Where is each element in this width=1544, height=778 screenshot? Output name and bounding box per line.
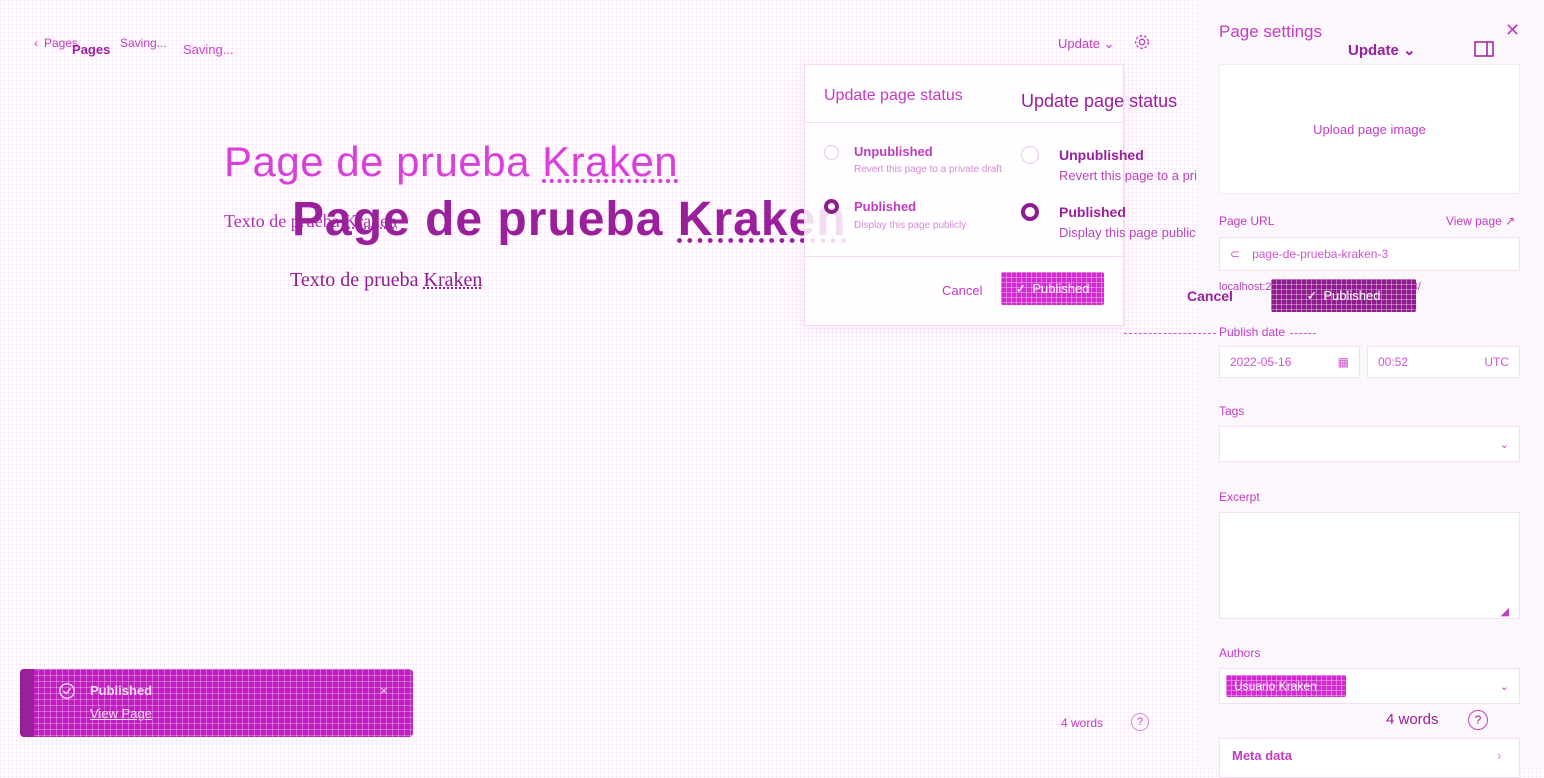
toast-title: Published: [90, 683, 153, 698]
chevron-down-icon: ⌄: [1499, 438, 1509, 451]
option-label-published[interactable]: Published: [854, 199, 916, 214]
toast-notification: [20, 669, 413, 737]
page-url-label: Page URL: [1219, 214, 1275, 228]
check-icon: ✓: [1306, 287, 1318, 303]
tags-label: Tags: [1219, 404, 1245, 418]
divider: [805, 122, 1123, 123]
publish-confirm-button[interactable]: ✓ Published: [1001, 272, 1104, 305]
popover-title-shadow: Update page status: [1021, 91, 1178, 111]
date-value: 2022-05-16: [1230, 355, 1292, 369]
authors-label: Authors: [1219, 646, 1261, 660]
toast-accent-bar: [20, 669, 34, 737]
meta-data-label: Meta data: [1232, 748, 1292, 763]
time-value: 00:52: [1378, 355, 1409, 369]
chevron-left-icon: ‹: [34, 36, 38, 50]
page-body[interactable]: Texto de prueba Kraken: [290, 269, 482, 292]
close-icon[interactable]: ×: [380, 683, 388, 698]
page-url-input[interactable]: ⊂ page-de-prueba-kraken-3: [1219, 237, 1520, 271]
toast-view-page-link[interactable]: View Page: [90, 706, 152, 721]
popover-title: Update page status: [824, 87, 963, 104]
calendar-icon: ▦: [1337, 355, 1349, 369]
publish-confirm-label: Published: [1032, 281, 1090, 296]
help-icon-shadow[interactable]: ?: [1468, 710, 1488, 730]
chevron-down-icon: ⌄: [1403, 42, 1416, 59]
chevron-right-icon: ›: [1497, 748, 1502, 763]
help-icon[interactable]: ?: [1131, 713, 1149, 731]
radio-published[interactable]: [824, 199, 839, 214]
publish-date-input[interactable]: 2022-05-16 ▦: [1219, 346, 1360, 378]
close-icon[interactable]: ✕: [1505, 20, 1520, 41]
publish-confirm-label: Published: [1323, 288, 1381, 303]
check-circle-icon: [59, 683, 75, 699]
upload-image-link[interactable]: Upload page image: [1219, 122, 1520, 137]
title-prefix: Page de prueba: [224, 138, 543, 185]
divider: [1290, 333, 1316, 334]
publish-confirm-button-shadow[interactable]: ✓ Published: [1271, 279, 1416, 312]
option-label-unpublished-shadow[interactable]: Unpublished: [1059, 147, 1144, 163]
option-label-unpublished[interactable]: Unpublished: [854, 144, 933, 159]
divider: [805, 256, 1123, 257]
update-label: Update: [1348, 42, 1399, 59]
page-title[interactable]: Page de prueba Kraken: [292, 192, 847, 247]
radio-unpublished[interactable]: [824, 145, 839, 160]
radio-published-shadow[interactable]: [1021, 203, 1039, 221]
cancel-button-shadow[interactable]: Cancel: [1187, 288, 1233, 304]
body-accent: Kraken: [423, 269, 483, 291]
check-icon: ✓: [1015, 280, 1027, 296]
page-url-value: page-de-prueba-kraken-3: [1252, 247, 1389, 261]
saving-status: Saving...: [120, 36, 167, 50]
page-title-faint[interactable]: Page de prueba Kraken: [224, 138, 678, 186]
chevron-down-icon: ⌄: [1499, 680, 1509, 693]
option-desc-published-shadow: Display this page publicly: [1059, 225, 1205, 240]
author-token[interactable]: Usuario Kraken: [1226, 675, 1346, 697]
saving-status-shadow: Saving...: [183, 42, 234, 57]
option-desc-published: Display this page publicly: [854, 220, 967, 231]
breadcrumb-shadow[interactable]: Pages: [72, 42, 110, 57]
publish-time-input[interactable]: 00:52 UTC: [1367, 346, 1520, 378]
timezone-label: UTC: [1484, 355, 1509, 369]
chevron-down-icon: ⌄: [1103, 36, 1115, 51]
option-label-published-shadow[interactable]: Published: [1059, 204, 1126, 220]
cancel-button[interactable]: Cancel: [942, 283, 982, 298]
view-page-link[interactable]: View page ↗: [1446, 214, 1515, 228]
settings-title: Page settings: [1219, 22, 1323, 41]
update-label: Update: [1058, 36, 1100, 51]
publish-date-label: Publish date: [1219, 325, 1286, 339]
option-desc-unpublished: Revert this page to a private draft: [854, 164, 1002, 175]
word-count: 4 words: [1061, 716, 1104, 730]
divider: [1124, 333, 1216, 334]
update-dropdown-button[interactable]: Update ⌄: [1058, 36, 1114, 52]
body-prefix: Texto de prueba: [290, 269, 424, 291]
sidebar-toggle-icon[interactable]: [1474, 41, 1494, 57]
excerpt-textarea[interactable]: ◢: [1219, 512, 1520, 619]
link-icon: ⊂: [1230, 247, 1241, 261]
tags-input[interactable]: ⌄: [1219, 426, 1520, 462]
excerpt-label: Excerpt: [1219, 490, 1260, 504]
radio-unpublished-shadow[interactable]: [1021, 146, 1039, 164]
word-count-shadow: 4 words: [1386, 711, 1439, 728]
update-dropdown-button-shadow[interactable]: Update ⌄: [1348, 41, 1416, 59]
gear-icon[interactable]: [1133, 33, 1151, 51]
resize-handle-icon[interactable]: ◢: [1501, 605, 1509, 618]
title-accent: Kraken: [542, 138, 679, 185]
title-prefix: Page de prueba: [292, 193, 678, 246]
